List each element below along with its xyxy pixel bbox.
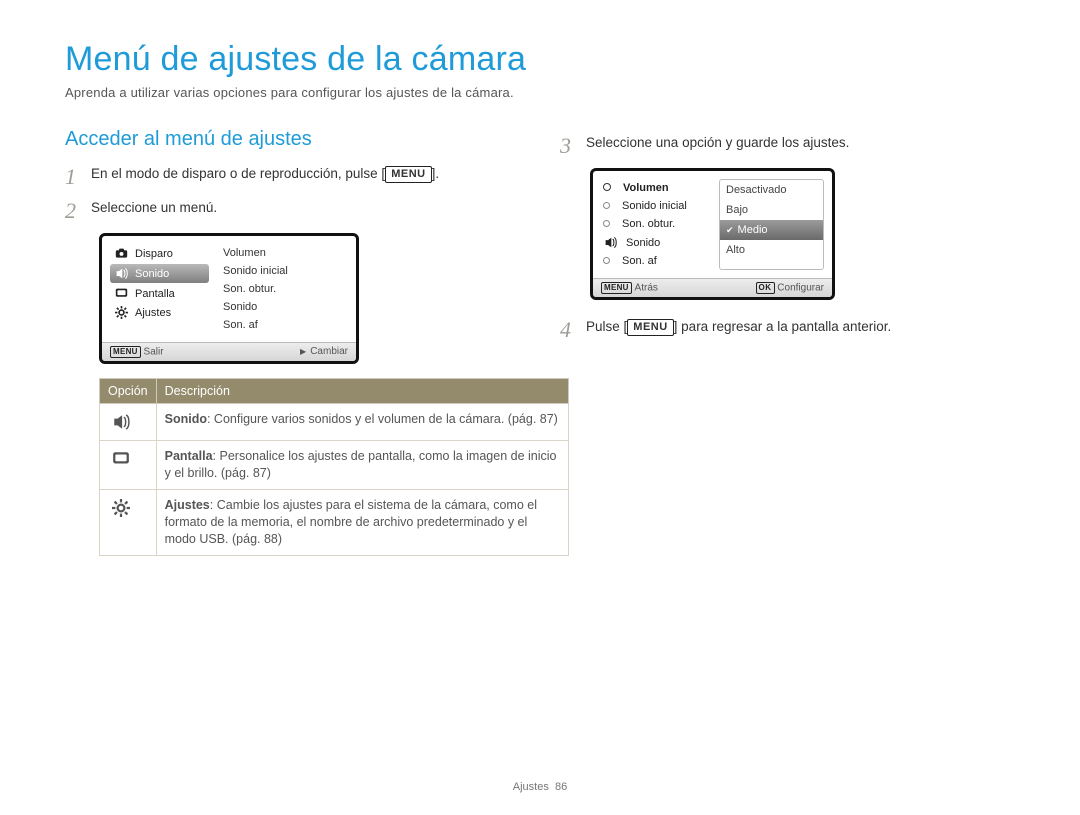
menu-item-ajustes: Ajustes [112,303,207,322]
submenu-sonido-inicial: Sonido inicial [601,197,713,215]
submenu-son-obtur: Son. obtur. [219,280,346,298]
options-table: Opción Descripción Sonido: Configure var… [99,378,569,555]
page-title: Menú de ajustes de la cámara [65,40,1015,79]
lcd-footer-left: MENU Salir [110,346,164,358]
step-2: 2 Seleccione un menú. [65,199,520,223]
step-3: 3 Seleccione una opción y guarde los aju… [560,134,1015,158]
step-2-text: Seleccione un menú. [91,199,520,223]
step-3-text: Seleccione una opción y guarde los ajust… [586,134,1015,158]
table-row: Sonido: Configure varios sonidos y el vo… [100,404,569,441]
option-medio-selected: Medio [720,220,823,240]
display-icon [108,448,134,470]
menu-item-sonido: Sonido [110,264,209,283]
menu-button-label: MENU [627,319,673,336]
option-bajo: Bajo [720,200,823,220]
display-icon [114,287,129,300]
lcd-footer-left: MENU Atrás [601,282,658,294]
step-number: 4 [560,318,586,342]
submenu-sonido-inicial: Sonido inicial [219,262,346,280]
submenu-sonido: Sonido [219,298,346,316]
step-number: 2 [65,199,91,223]
table-row: Ajustes: Cambie los ajustes para el sist… [100,490,569,556]
step-1-text-pre: En el modo de disparo o de reproducción,… [91,166,385,181]
lcd-footer-right: Cambiar [300,346,348,358]
page-subtitle: Aprenda a utilizar varias opciones para … [65,85,1015,100]
table-head-option: Opción [100,379,157,404]
step-number: 3 [560,134,586,158]
gear-icon [108,497,134,519]
option-desactivado: Desactivado [720,180,823,200]
gear-icon [114,306,129,319]
submenu-volumen: Volumen [219,244,346,262]
submenu-son-obtur: Son. obtur. [601,215,713,233]
step-1: 1 En el modo de disparo o de reproducció… [65,165,520,189]
sound-icon [114,267,129,280]
lcd-footer-right: OK Configurar [756,282,824,294]
page-footer: Ajustes 86 [0,781,1080,793]
camera-icon [114,247,129,260]
submenu-volumen-selected: Volumen [601,179,713,197]
step-number: 1 [65,165,91,189]
step-4-text-post: ] para regresar a la pantalla anterior. [674,319,892,334]
submenu-son-af: Son. af [601,252,713,270]
sound-icon [603,236,618,249]
submenu-sonido: Sonido [601,233,713,252]
camera-lcd-menu: Disparo Sonido Pantalla Ajustes [99,233,359,364]
step-1-text-post: ]. [432,166,440,181]
option-alto: Alto [720,240,823,260]
menu-item-pantalla: Pantalla [112,284,207,303]
step-4: 4 Pulse [MENU] para regresar a la pantal… [560,318,1015,342]
table-row: Pantalla: Personalice los ajustes de pan… [100,441,569,490]
section-title: Acceder al menú de ajustes [65,128,520,151]
table-head-description: Descripción [156,379,568,404]
menu-item-disparo: Disparo [112,244,207,263]
menu-button-label: MENU [385,166,431,183]
step-4-text-pre: Pulse [ [586,319,627,334]
sound-icon [108,411,134,433]
submenu-son-af: Son. af [219,316,346,334]
camera-lcd-volume: Volumen Sonido inicial Son. obtur. Sonid… [590,168,835,300]
